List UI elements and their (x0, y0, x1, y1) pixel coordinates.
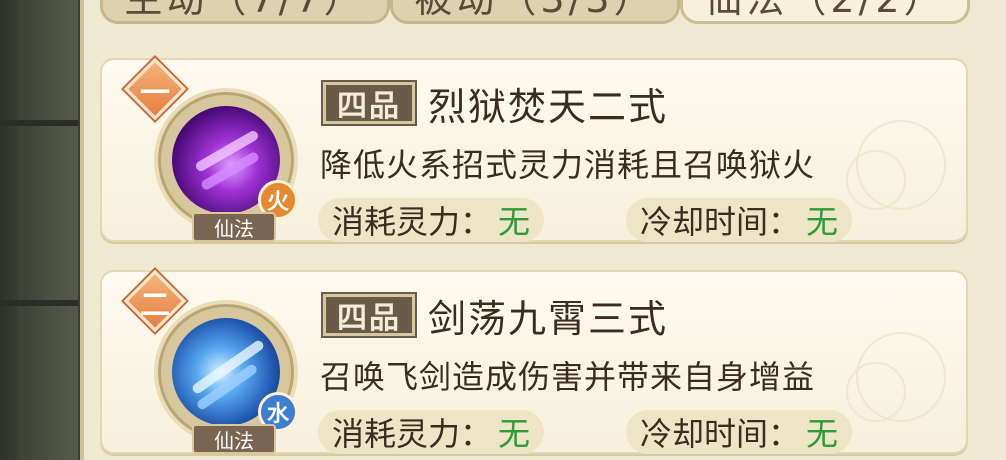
skill-index-badge: 一 (123, 57, 187, 121)
skill-name: 剑荡九霄三式 (428, 297, 669, 341)
skill-rank: 四品 (323, 82, 415, 124)
cloud-decoration (846, 150, 906, 210)
skill-name: 烈狱焚天二式 (428, 85, 669, 129)
rail-joint (0, 120, 78, 126)
skill-card[interactable]: 二 水 仙法 四品 剑荡九霄三式 召唤飞剑造成伤害并带来自身增益 消耗灵力： 无… (100, 269, 968, 454)
mana-cost-value: 无 (498, 415, 531, 453)
left-rail (0, 0, 78, 460)
cooldown-value: 无 (806, 415, 839, 453)
cloud-decoration (846, 362, 906, 422)
skill-index: 二 (140, 288, 170, 323)
skill-description: 召唤飞剑造成伤害并带来自身增益 (320, 358, 816, 396)
tab-label: 被动（3/3） (414, 0, 655, 23)
mana-cost-value: 无 (498, 203, 531, 241)
skill-type-tag: 仙法 (192, 424, 276, 454)
tab-passive-skills[interactable]: 被动（3/3） (390, 0, 680, 24)
tab-immortal-arts[interactable]: 仙法（2/2） (680, 0, 970, 24)
cooldown: 冷却时间： 无 (626, 198, 853, 242)
skill-card[interactable]: 一 火 仙法 四品 烈狱焚天二式 降低火系招式灵力消耗且召唤狱火 消耗灵力： 无… (100, 57, 968, 242)
tab-label: 仙法（2/2） (704, 0, 945, 23)
skill-type-tag: 仙法 (192, 212, 276, 242)
rail-joint (0, 300, 78, 306)
tab-active-skills[interactable]: 主动（7/7） (100, 0, 390, 24)
mana-cost: 消耗灵力： 无 (318, 410, 545, 454)
cooldown: 冷却时间： 无 (626, 410, 853, 454)
skill-icon-frame[interactable]: 水 (154, 300, 298, 444)
skill-icon-frame[interactable]: 火 (154, 88, 298, 232)
cooldown-value: 无 (806, 203, 839, 241)
skill-index: 一 (140, 76, 170, 111)
mana-cost: 消耗灵力： 无 (318, 198, 545, 242)
skill-index-badge: 二 (123, 269, 187, 333)
skill-tabs: 主动（7/7） 被动（3/3） 仙法（2/2） (100, 0, 990, 26)
skill-rank: 四品 (323, 294, 415, 336)
rail-seam (18, 0, 24, 460)
tab-label: 主动（7/7） (124, 0, 365, 23)
skill-description: 降低火系招式灵力消耗且召唤狱火 (320, 146, 816, 184)
cooldown-label: 冷却时间： (640, 415, 801, 453)
mana-cost-label: 消耗灵力： (332, 203, 493, 241)
cooldown-label: 冷却时间： (640, 203, 801, 241)
mana-cost-label: 消耗灵力： (332, 415, 493, 453)
